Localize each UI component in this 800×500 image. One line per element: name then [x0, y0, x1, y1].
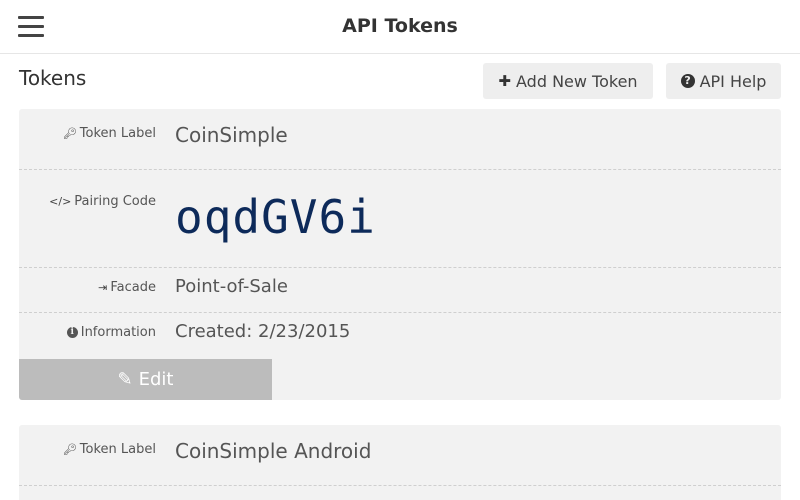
token-label-caption: 🔑︎ Token Label	[62, 126, 156, 141]
token-label-value: CoinSimple	[175, 123, 288, 147]
token-card: 🔑︎ Token Label CoinSimple Android	[19, 425, 781, 500]
api-help-label: API Help	[699, 71, 767, 91]
information-row: i Information Created: 2/23/2015	[19, 313, 781, 359]
facade-caption: ⇥ Facade	[98, 280, 156, 295]
key-icon: 🔑︎	[62, 443, 77, 456]
sign-in-icon: ⇥	[98, 281, 108, 294]
token-label-row: 🔑︎ Token Label CoinSimple Android	[19, 425, 781, 486]
edit-button[interactable]: ✎ Edit	[19, 359, 272, 400]
token-label-value: CoinSimple Android	[175, 439, 372, 463]
token-label-row: 🔑︎ Token Label CoinSimple	[19, 109, 781, 170]
facade-value: Point-of-Sale	[175, 276, 288, 297]
information-caption: i Information	[66, 325, 156, 340]
api-help-button[interactable]: ? API Help	[666, 63, 781, 99]
tokens-heading: Tokens	[19, 66, 87, 90]
pairing-code-value: oqdGV6i	[175, 190, 376, 244]
question-circle-icon: ?	[680, 74, 695, 88]
facade-row: ⇥ Facade Point-of-Sale	[19, 268, 781, 313]
pairing-code-caption: </> Pairing Code	[49, 194, 156, 209]
page-title: API Tokens	[342, 15, 458, 37]
token-card: 🔑︎ Token Label CoinSimple </> Pairing Co…	[19, 109, 781, 400]
plus-icon: ✚	[498, 72, 511, 90]
edit-label: Edit	[138, 369, 174, 390]
token-label-caption: 🔑︎ Token Label	[62, 442, 156, 457]
pairing-code-row: </> Pairing Code oqdGV6i	[19, 170, 781, 268]
top-bar: API Tokens	[0, 0, 800, 54]
key-icon: 🔑︎	[62, 127, 77, 140]
info-icon: i	[66, 327, 78, 338]
code-icon: </>	[49, 195, 72, 208]
add-new-token-label: Add New Token	[516, 71, 638, 91]
information-value: Created: 2/23/2015	[175, 321, 351, 342]
pencil-icon: ✎	[117, 369, 133, 390]
add-new-token-button[interactable]: ✚ Add New Token	[483, 63, 653, 99]
